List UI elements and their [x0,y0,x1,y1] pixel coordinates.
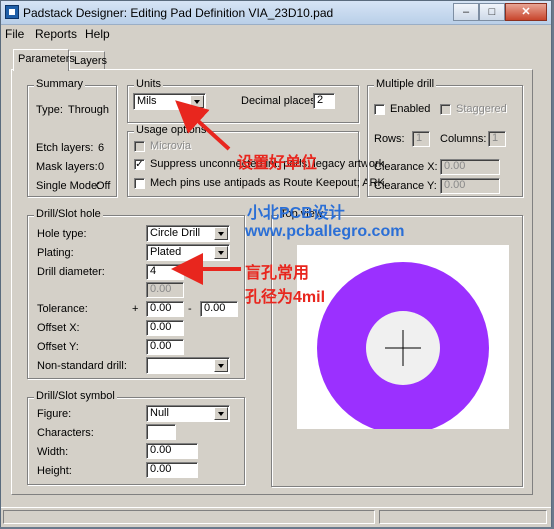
watermark-name: 小北PCB设计 [247,205,345,222]
status-bar [1,507,551,527]
tab-parameters[interactable]: Parameters [13,49,75,71]
units-arrow [175,100,231,151]
drill-annotation-line1: 盲孔常用 [245,265,310,282]
drill-annotation-line2: 孔径为4mil [245,289,326,306]
status-cell-right [379,510,547,524]
status-cell-main [3,510,375,524]
padstack-designer-window: Padstack Designer: Editing Pad Definitio… [0,0,552,527]
watermark-url: www.pcballegro.com [245,223,405,240]
units-annotation: 设置好单位 [237,155,318,172]
